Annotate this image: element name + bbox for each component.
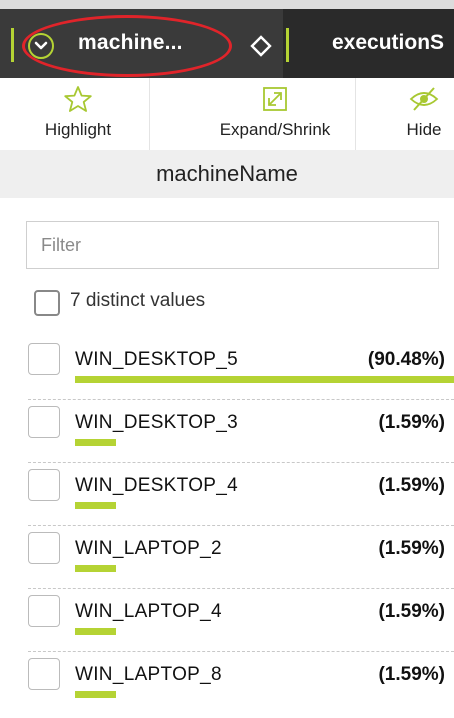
value-name: WIN_LAPTOP_2 [75,538,222,559]
expand-icon [262,84,288,114]
value-name: WIN_DESKTOP_3 [75,412,238,433]
row-separator [28,588,454,589]
value-bar [75,502,116,509]
list-item[interactable]: WIN_LAPTOP_4 (1.59%) [0,592,454,655]
list-item[interactable]: WIN_LAPTOP_8 (1.59%) [0,655,454,718]
value-name: WIN_DESKTOP_4 [75,475,238,496]
diamond-sort-icon[interactable] [250,35,272,62]
distinct-values-label: 7 distinct values [70,290,206,311]
value-percent: (1.59%) [378,412,445,433]
star-icon [63,84,93,114]
list-item[interactable]: WIN_DESKTOP_5 (90.48%) [0,340,454,403]
hide-label: Hide [406,120,442,139]
column-divider [286,28,289,62]
value-percent: (1.59%) [378,601,445,622]
value-bar [75,439,116,446]
value-bar [75,565,116,572]
value-name: WIN_LAPTOP_4 [75,601,222,622]
value-bar [75,691,116,698]
eye-slash-icon [408,84,440,114]
value-percent: (1.59%) [378,538,445,559]
list-item[interactable]: WIN_DESKTOP_3 (1.59%) [0,403,454,466]
highlight-label: Highlight [44,120,112,139]
row-separator [28,525,454,526]
value-bar [75,628,116,635]
list-item[interactable]: WIN_LAPTOP_2 (1.59%) [0,529,454,592]
field-name-header: machineName [0,150,454,198]
hide-button[interactable]: Hide [394,78,454,150]
row-separator [28,399,454,400]
expand-shrink-label: Expand/Shrink [219,120,331,139]
column-toolbar: Highlight Expand/Shrink Hide [0,78,454,150]
value-percent: (1.59%) [378,664,445,685]
row-separator [28,651,454,652]
value-name: WIN_DESKTOP_5 [75,349,238,370]
highlight-button[interactable]: Highlight [26,78,130,150]
value-bar [75,376,454,383]
header-top-strip [0,0,454,9]
toolbar-divider [149,78,150,150]
filter-input[interactable] [26,221,439,269]
toolbar-divider [355,78,356,150]
value-name: WIN_LAPTOP_8 [75,664,222,685]
value-checkbox[interactable] [28,469,60,501]
row-separator [28,462,454,463]
next-column-title[interactable]: executionS [332,31,444,55]
column-divider [11,28,14,62]
field-name: machineName [156,161,298,186]
column-title[interactable]: machine... [78,31,183,55]
value-checkbox[interactable] [28,658,60,690]
list-item[interactable]: WIN_DESKTOP_4 (1.59%) [0,466,454,529]
expand-shrink-button[interactable]: Expand/Shrink [205,78,345,150]
value-checkbox[interactable] [28,595,60,627]
value-percent: (1.59%) [378,475,445,496]
select-all-checkbox[interactable] [34,290,60,316]
value-checkbox[interactable] [28,406,60,438]
chevron-down-icon[interactable] [28,33,54,59]
value-percent: (90.48%) [367,349,445,370]
column-header-bar: machine... executionS [0,0,454,78]
value-checkbox[interactable] [28,532,60,564]
value-checkbox[interactable] [28,343,60,375]
